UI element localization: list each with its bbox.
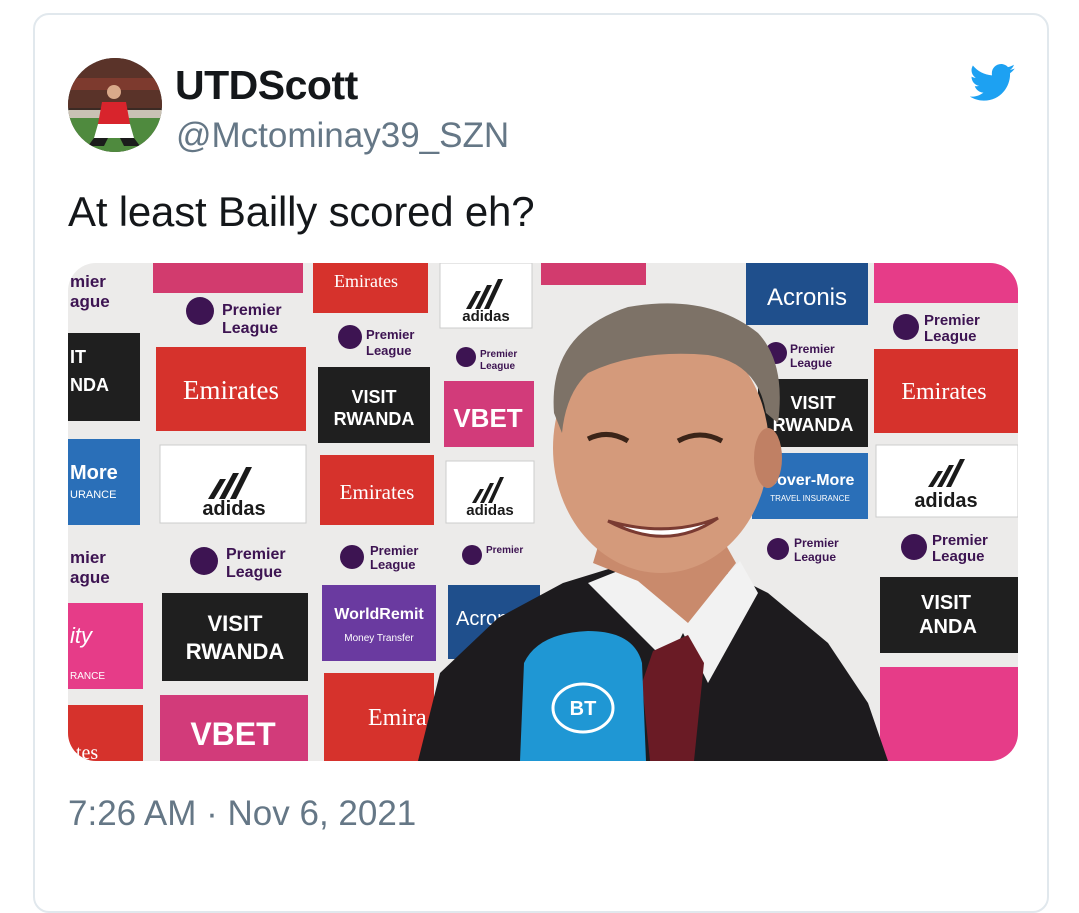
ad-text: ity [70, 623, 94, 648]
ad-text: NDA [70, 375, 109, 395]
ad-text: ague [70, 292, 110, 311]
twitter-bird-icon[interactable] [969, 63, 1016, 103]
mic-logo-text: BT [570, 698, 597, 720]
ad-text: Premier [480, 349, 517, 360]
ad-text: VISIT [790, 393, 835, 413]
ad-text: VBET [190, 716, 276, 752]
ad-text: League [790, 356, 832, 370]
ad-text: Money Transfer [344, 633, 414, 644]
ad-text: adidas [914, 490, 977, 512]
ad-text: League [222, 320, 278, 337]
ad-text: WorldRemit [334, 606, 424, 623]
ad-text: VISIT [921, 592, 971, 614]
ad-text: Premier [222, 302, 282, 319]
ad-text: More [70, 462, 118, 484]
ad-board-visit-rwanda-4 [880, 577, 1018, 653]
ad-text: Premier [486, 545, 523, 556]
ad-text: URANCE [70, 489, 116, 501]
ad-text: ANDA [919, 616, 977, 638]
ad-text: League [924, 328, 977, 345]
ad-text: Premier [226, 546, 286, 563]
tweet-card[interactable]: UTDScott @Mctominay39_SZN At least Baill… [33, 13, 1049, 913]
ad-text: Emirates [334, 271, 398, 291]
ad-text: VBET [453, 403, 522, 433]
tweet-timestamp[interactable]: 7:26 AM · Nov 6, 2021 [68, 794, 416, 834]
ad-text: Premier [790, 342, 835, 356]
ad-text: IT [70, 347, 86, 367]
ad-text: Acronis [767, 284, 847, 311]
ad-text: Premier [794, 536, 839, 550]
ad-text: Premier [366, 327, 414, 342]
ad-text: League [226, 564, 282, 581]
user-handle[interactable]: @Mctominay39_SZN [176, 116, 509, 156]
ad-text: League [932, 548, 985, 565]
ad-text: adidas [462, 308, 510, 325]
ad-text: League [366, 343, 412, 358]
ad-board-worldremit [322, 585, 436, 661]
ad-text: Premier [370, 543, 418, 558]
ad-text: VISIT [207, 611, 263, 636]
tweet-photo[interactable]: Emirates adidas mier ague IT NDA More UR… [68, 263, 1018, 761]
profile-avatar[interactable] [68, 58, 162, 152]
ad-text: Premier [924, 312, 980, 329]
ad-text: adidas [202, 498, 265, 520]
bt-microphone [520, 631, 646, 761]
ad-text: Premier [932, 532, 988, 549]
ad-text: Emirates [183, 375, 279, 405]
ad-board-top-1 [153, 263, 303, 293]
ad-text: adidas [466, 502, 514, 519]
ad-text: RWANDA [773, 415, 854, 435]
ad-text: RWANDA [186, 639, 285, 664]
ad-text: League [370, 557, 416, 572]
ad-text: RWANDA [334, 409, 415, 429]
ad-board-pink-top [874, 263, 1018, 303]
ad-text: mier [70, 272, 106, 291]
tweet-text: At least Bailly scored eh? [68, 188, 535, 235]
ad-text: VISIT [351, 387, 396, 407]
ad-text: ague [70, 568, 110, 587]
ad-text: TRAVEL INSURANCE [770, 494, 850, 503]
ad-board-visit-rwanda [162, 593, 308, 681]
display-name[interactable]: UTDScott [175, 62, 358, 109]
ad-text: League [794, 550, 836, 564]
ad-text: mier [70, 548, 106, 567]
ad-text: tes [76, 742, 98, 761]
ad-text: Emira [368, 705, 427, 731]
ad-text: League [480, 361, 515, 372]
ad-text: Emirates [340, 480, 415, 504]
ad-text: RANCE [70, 671, 105, 682]
ad-text: Emirates [901, 379, 986, 405]
